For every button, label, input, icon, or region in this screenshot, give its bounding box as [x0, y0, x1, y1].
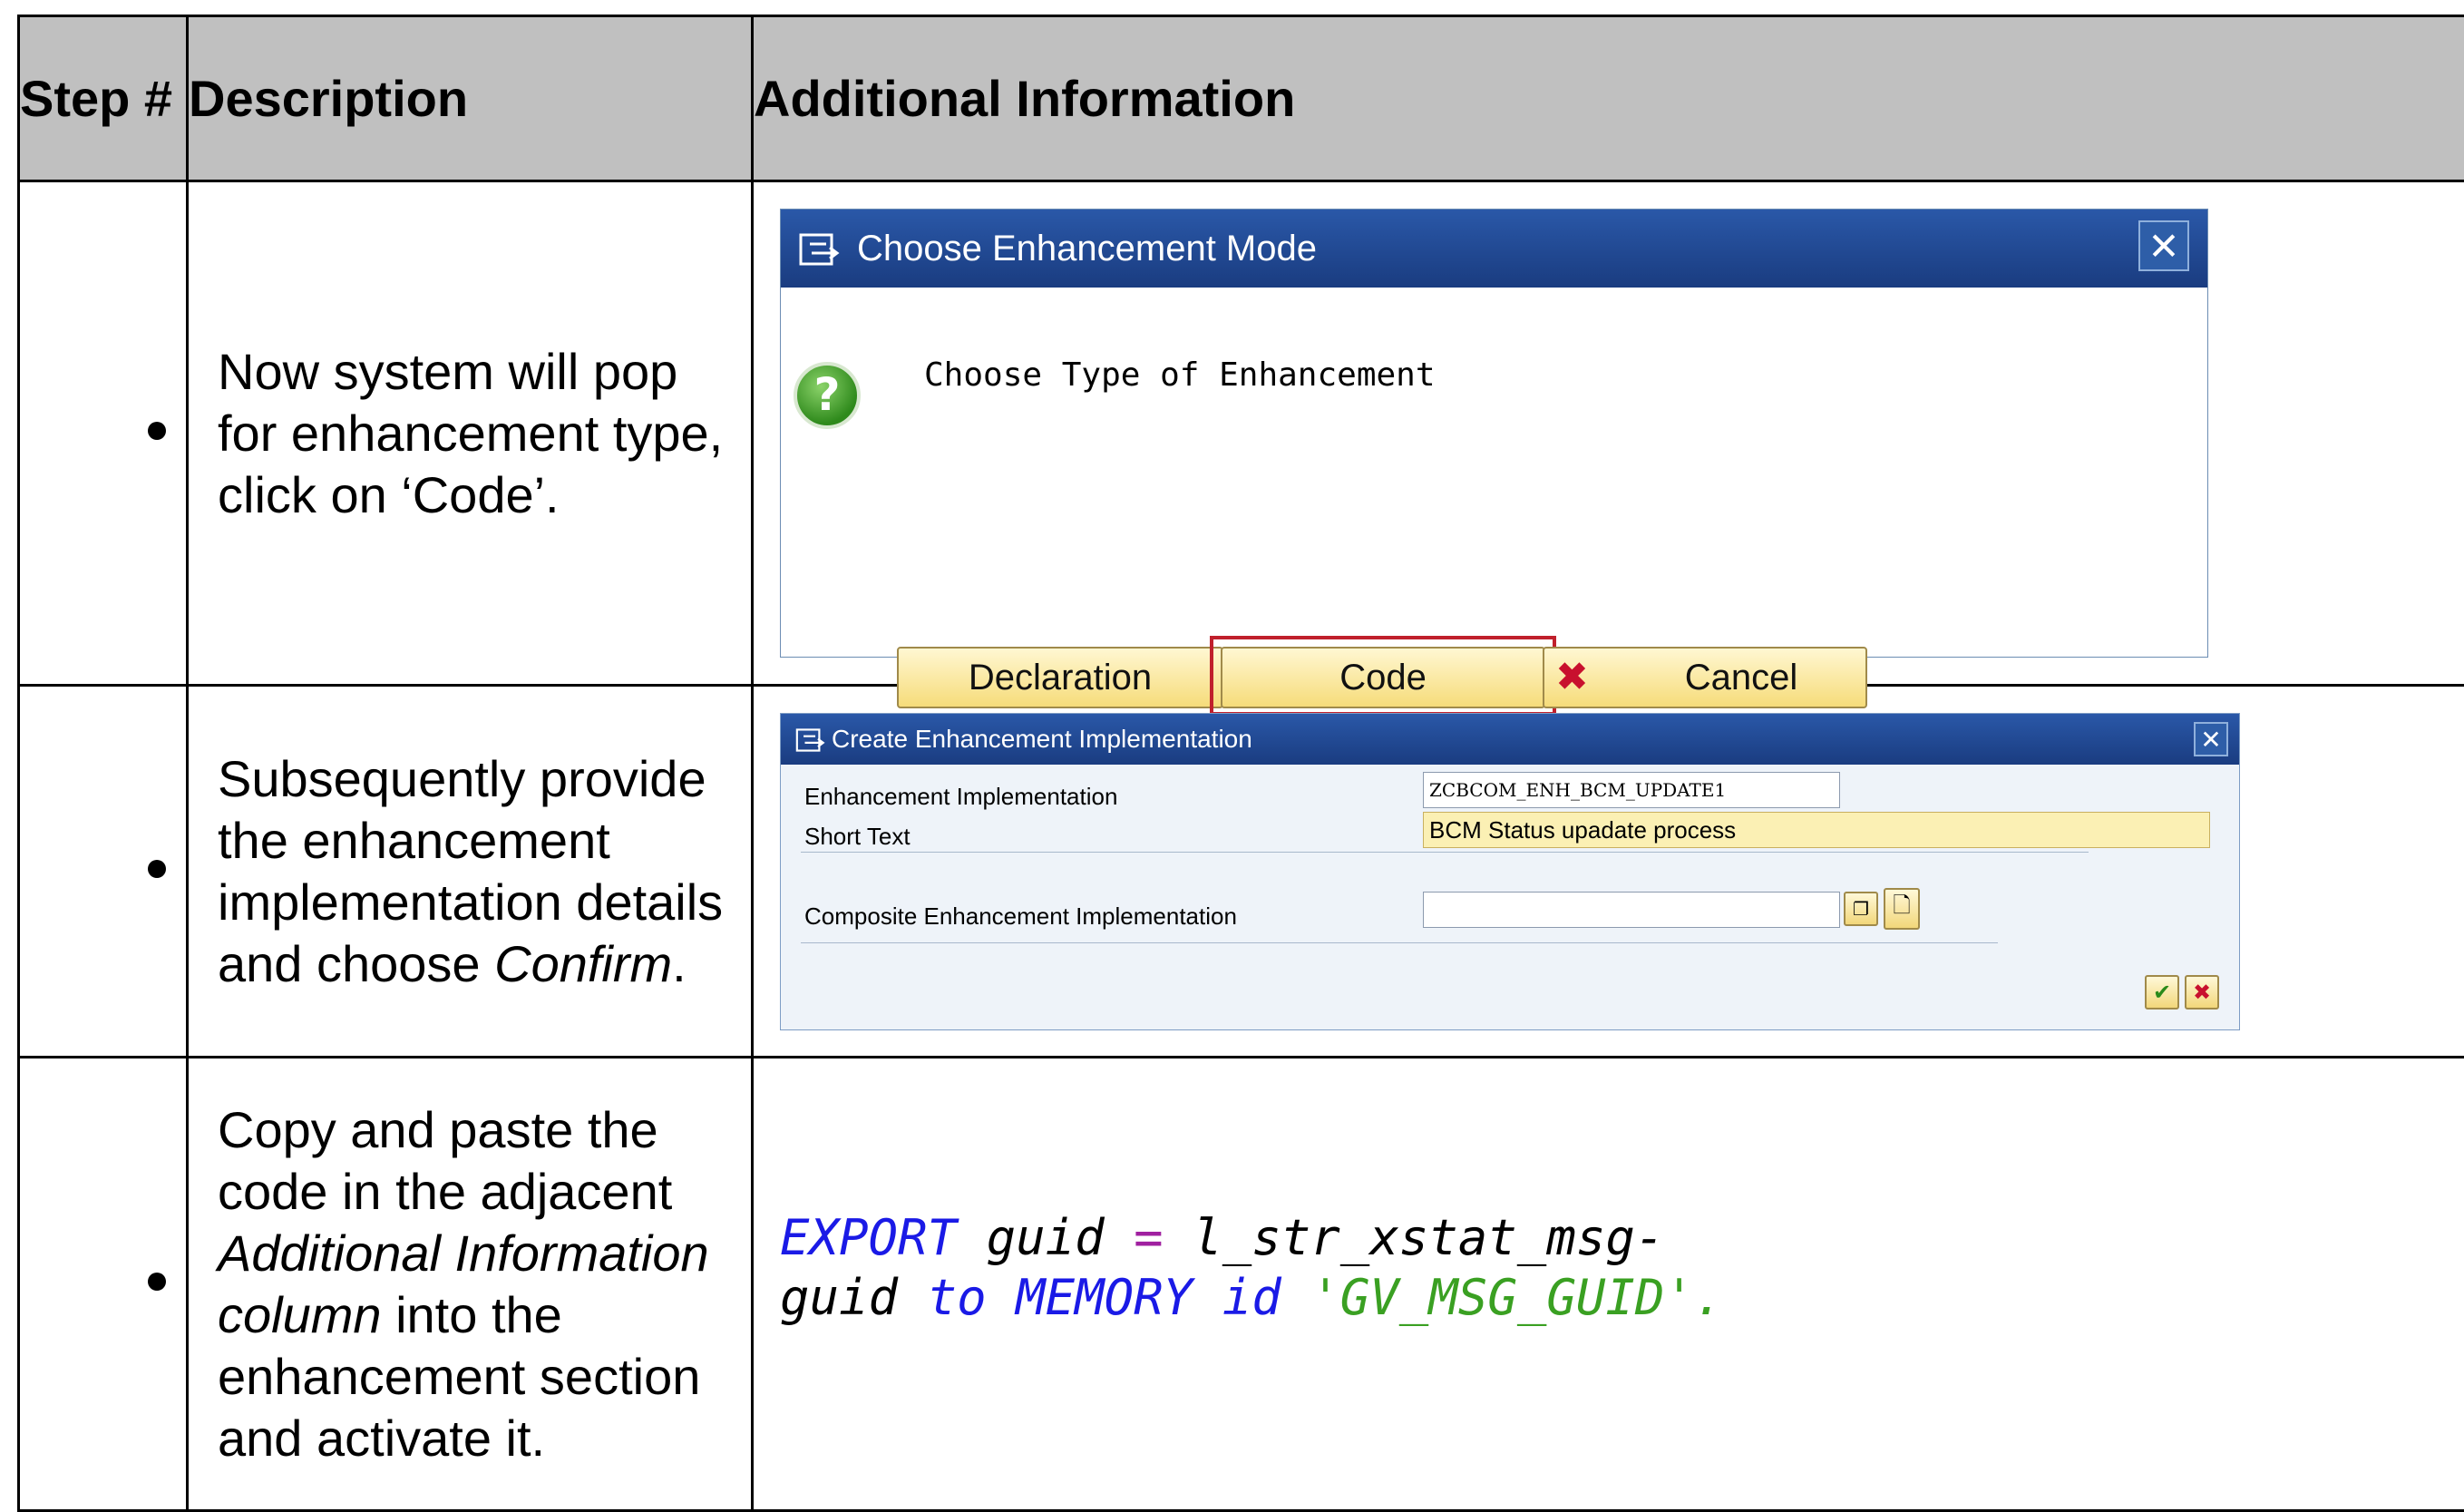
abap-code-snippet: EXPORT guid = l_str_xstat_msg- guid to M…	[780, 1208, 1723, 1328]
header-additional-info: Additional Information	[753, 16, 2464, 181]
dialog-title-bar: Choose Enhancement Mode ✕	[781, 210, 2207, 288]
composite-enhancement-label: Composite Enhancement Implementation	[804, 902, 1237, 931]
step-description: Copy and paste the code in the adjacent	[218, 1101, 672, 1220]
create-enhancement-implementation-dialog: Create Enhancement Implementation ✕ Enha…	[780, 713, 2240, 1030]
choose-enhancement-mode-dialog: Choose Enhancement Mode ✕ ? Choose Type …	[780, 209, 2208, 658]
code-string-literal: 'GV_MSG_GUID'.	[1310, 1269, 1723, 1326]
cancel-button[interactable]: ✖ Cancel	[1543, 647, 1867, 708]
code-space	[987, 1269, 1017, 1326]
copy-icon[interactable]: ❐	[1844, 892, 1878, 926]
composite-enhancement-field[interactable]	[1423, 892, 1840, 928]
short-text-label: Short Text	[804, 823, 911, 851]
code-text: guid	[780, 1269, 928, 1326]
step-description-end: .	[672, 935, 687, 992]
close-icon[interactable]: ✕	[2138, 220, 2189, 271]
code-keyword-to: to	[928, 1269, 987, 1326]
code-space	[1281, 1269, 1311, 1326]
window-icon	[795, 728, 826, 752]
header-description: Description	[188, 16, 753, 181]
enhancement-implementation-field[interactable]: ZCBCOM_ENH_BCM_UPDATE1	[1423, 772, 1840, 808]
window-icon	[799, 233, 841, 266]
question-icon: ?	[794, 362, 861, 429]
step-cell	[19, 686, 188, 1058]
code-space	[1193, 1269, 1222, 1326]
step-description-emphasis: Confirm	[494, 935, 672, 992]
code-button-highlight	[1210, 636, 1556, 716]
dialog-title-bar: Create Enhancement Implementation ✕	[781, 714, 2239, 765]
dialog-title: Create Enhancement Implementation	[832, 714, 1252, 765]
bullet-icon	[148, 860, 166, 878]
header-step: Step #	[19, 16, 188, 181]
confirm-checkmark-icon[interactable]: ✔	[2145, 975, 2179, 1010]
code-text: l_str_xstat_msg-	[1164, 1209, 1665, 1266]
dialog-title: Choose Enhancement Mode	[857, 210, 1317, 288]
description-cell: Copy and paste the code in the adjacent …	[188, 1058, 753, 1511]
code-text: guid	[957, 1209, 1134, 1266]
step-cell	[19, 181, 188, 686]
close-icon[interactable]: ✕	[2194, 722, 2228, 756]
cancel-x-icon[interactable]: ✖	[2185, 975, 2219, 1010]
code-operator: =	[1134, 1209, 1164, 1266]
description-cell: Now system will pop for enhancement type…	[188, 181, 753, 686]
field-divider	[801, 852, 2089, 853]
dialog-body: ? Choose Type of Enhancement Declaration…	[781, 288, 2207, 657]
step-cell	[19, 1058, 188, 1511]
code-keyword-export: EXPORT	[780, 1209, 957, 1266]
field-divider	[801, 942, 1998, 943]
bullet-icon	[148, 422, 166, 440]
bullet-icon	[148, 1273, 166, 1291]
short-text-field[interactable]: BCM Status upadate process	[1423, 812, 2210, 848]
code-keyword-memory: MEMORY	[1016, 1269, 1193, 1326]
dialog-body: Enhancement Implementation ZCBCOM_ENH_BC…	[781, 765, 2239, 1029]
declaration-button[interactable]: Declaration	[897, 647, 1223, 708]
code-keyword-id: id	[1222, 1269, 1281, 1326]
enhancement-implementation-label: Enhancement Implementation	[804, 783, 1117, 811]
description-cell: Subsequently provide the enhancement imp…	[188, 686, 753, 1058]
dialog-prompt: Choose Type of Enhancement	[924, 356, 1436, 394]
cancel-button-label: Cancel	[1544, 649, 1865, 707]
step-description: Now system will pop for enhancement type…	[218, 343, 723, 523]
header-row: Step # Description Additional Informatio…	[19, 16, 2464, 181]
new-document-icon[interactable]: 🗋	[1884, 888, 1920, 930]
